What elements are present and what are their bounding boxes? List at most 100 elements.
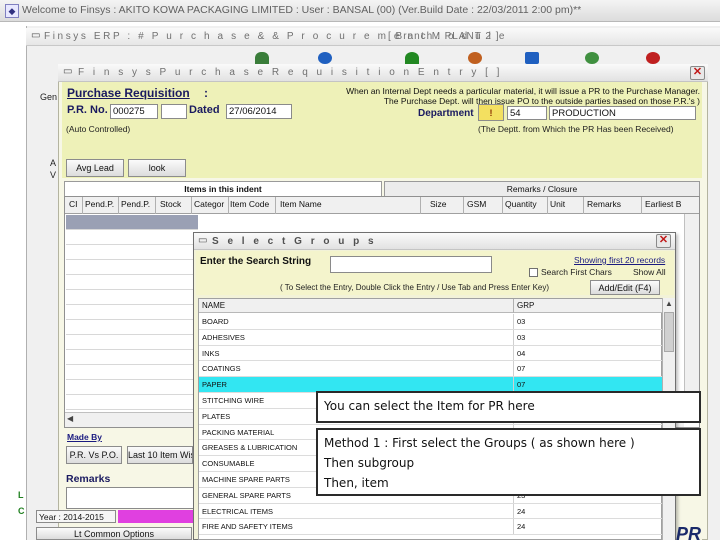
pr-titlebar: ▭ F i n s y s P u r c h a s e R e q u i … <box>58 64 708 82</box>
search-first-chars-label: Search First Chars <box>541 267 612 277</box>
group-name: FIRE AND SAFETY ITEMS <box>202 522 293 532</box>
table-row[interactable] <box>66 215 198 230</box>
table-row[interactable] <box>66 260 198 275</box>
search-first-chars-checkbox[interactable] <box>529 268 538 277</box>
scroll-left-arrow-icon[interactable]: ◀ <box>67 414 73 423</box>
bg-label: A <box>50 158 57 168</box>
pr-vs-po-button[interactable]: P.R. Vs P.O. <box>66 446 122 464</box>
toolbar-icon[interactable] <box>468 52 482 64</box>
column-divider <box>513 345 514 361</box>
pr-no-field[interactable]: 000275 <box>110 104 158 119</box>
heading-colon: : <box>204 86 208 100</box>
table-row[interactable] <box>66 335 198 350</box>
table-row[interactable] <box>66 395 198 410</box>
column-divider <box>583 197 584 214</box>
list-item[interactable]: BOARD 03 <box>199 314 662 330</box>
dated-field[interactable]: 27/06/2014 <box>226 104 292 119</box>
group-code: 03 <box>517 332 526 342</box>
group-name: GREASES & LUBRICATION <box>202 443 298 453</box>
screen: ◆ Welcome to Finsys : AKITO KOWA PACKAGI… <box>0 0 720 540</box>
pr-close-button[interactable]: ✕ <box>690 66 705 80</box>
column-header[interactable]: Categor <box>194 199 224 209</box>
column-header[interactable]: Pend.P. <box>121 199 150 209</box>
column-header[interactable]: Remarks <box>587 199 621 209</box>
common-options-button[interactable]: Lt Common Options <box>36 527 192 540</box>
group-code: 04 <box>517 348 526 358</box>
list-item[interactable]: INKS 04 <box>199 345 662 362</box>
callout-line: Then, item <box>324 476 389 490</box>
list-item[interactable]: COATINGS 07 <box>199 361 662 378</box>
column-header-name[interactable]: NAME <box>202 299 225 312</box>
toolbar-icon[interactable] <box>646 52 660 64</box>
list-item[interactable]: FIRE AND SAFETY ITEMS 24 <box>199 519 662 536</box>
table-row[interactable] <box>66 305 198 320</box>
column-header[interactable]: Stock <box>160 199 181 209</box>
column-header[interactable]: Unit <box>550 199 565 209</box>
last-items-button[interactable]: Last 10 Item Wise <box>127 446 193 464</box>
dated-label: Dated <box>189 104 220 116</box>
group-name: PACKING MATERIAL <box>202 427 275 437</box>
window-icon: ▭ <box>63 66 73 77</box>
show-all-link[interactable]: Show All <box>633 267 666 277</box>
table-row[interactable] <box>66 245 198 260</box>
column-divider <box>463 197 464 214</box>
column-divider <box>118 197 119 214</box>
group-code: 07 <box>517 364 526 374</box>
search-input[interactable] <box>330 256 492 273</box>
look-button[interactable]: look <box>128 159 186 177</box>
column-header[interactable]: Quantity <box>505 199 537 209</box>
toolbar-icon[interactable] <box>585 52 599 64</box>
table-row[interactable] <box>66 230 198 245</box>
scroll-thumb[interactable] <box>664 312 674 352</box>
list-item[interactable]: ADHESIVES 03 <box>199 329 662 346</box>
column-header[interactable]: CI <box>69 199 78 209</box>
column-header[interactable]: Pend.P. <box>85 199 114 209</box>
status-strip <box>118 510 193 523</box>
table-row[interactable] <box>66 290 198 305</box>
table-row[interactable] <box>66 275 198 290</box>
app-icon: ◆ <box>5 4 19 18</box>
group-name: ADHESIVES <box>202 332 245 342</box>
tab-remarks[interactable]: Remarks / Closure <box>384 181 700 196</box>
watermark-logo: PR <box>676 524 702 540</box>
toolbar-icon[interactable] <box>405 52 419 64</box>
table-row[interactable] <box>66 320 198 335</box>
column-header[interactable]: Item Name <box>280 199 322 209</box>
bg-label: Gen <box>40 92 58 102</box>
table-row[interactable] <box>66 365 198 380</box>
add-edit-button[interactable]: Add/Edit (F4) <box>590 280 660 295</box>
app-titlebar: ◆ Welcome to Finsys : AKITO KOWA PACKAGI… <box>0 0 720 22</box>
warning-icon[interactable]: ! <box>478 104 504 121</box>
callout-method-1: Method 1 : First select the Groups ( as … <box>316 428 701 496</box>
column-header-grp[interactable]: GRP <box>517 299 534 312</box>
department-name-field[interactable]: PRODUCTION <box>549 106 696 120</box>
column-header[interactable]: Item Code <box>230 199 269 209</box>
select-hint: ( To Select the Entry, Double Click the … <box>280 283 550 292</box>
column-header[interactable]: GSM <box>467 199 486 209</box>
remarks-field[interactable] <box>66 487 194 509</box>
group-name: BOARD <box>202 317 229 326</box>
pr-no-suffix-field[interactable] <box>161 104 187 119</box>
column-divider <box>191 197 192 214</box>
select-groups-titlebar: ▭ S e l e c t G r o u p s <box>194 233 675 250</box>
table-row[interactable] <box>66 380 198 395</box>
table-row[interactable] <box>66 350 198 365</box>
column-header[interactable]: Earliest B <box>645 199 681 209</box>
group-name: CONSUMABLE <box>202 459 255 469</box>
column-header[interactable]: Size <box>430 199 447 209</box>
select-groups-close-button[interactable]: ✕ <box>656 234 671 248</box>
items-grid-header: CI Pend.P. Pend.P. Stock Categor Item Co… <box>65 197 699 214</box>
toolbar-icon[interactable] <box>318 52 332 64</box>
group-name: ELECTRICAL ITEMS <box>202 506 273 516</box>
scroll-up-arrow-icon[interactable]: ▲ <box>665 299 673 308</box>
tab-items[interactable]: Items in this indent <box>64 181 382 196</box>
avg-lead-button[interactable]: Avg Lead <box>66 159 124 177</box>
toolbar-icon[interactable] <box>255 52 269 64</box>
page-title: Purchase Requisition <box>67 86 190 100</box>
select-groups-title: S e l e c t G r o u p s <box>212 236 377 247</box>
toolbar-icon[interactable] <box>525 52 539 64</box>
grid-vertical-scrollbar[interactable] <box>684 214 699 414</box>
department-code-field[interactable]: 54 <box>507 106 547 120</box>
list-item[interactable]: ELECTRICAL ITEMS 24 <box>199 503 662 520</box>
showing-records-text: Showing first 20 records <box>574 255 666 265</box>
